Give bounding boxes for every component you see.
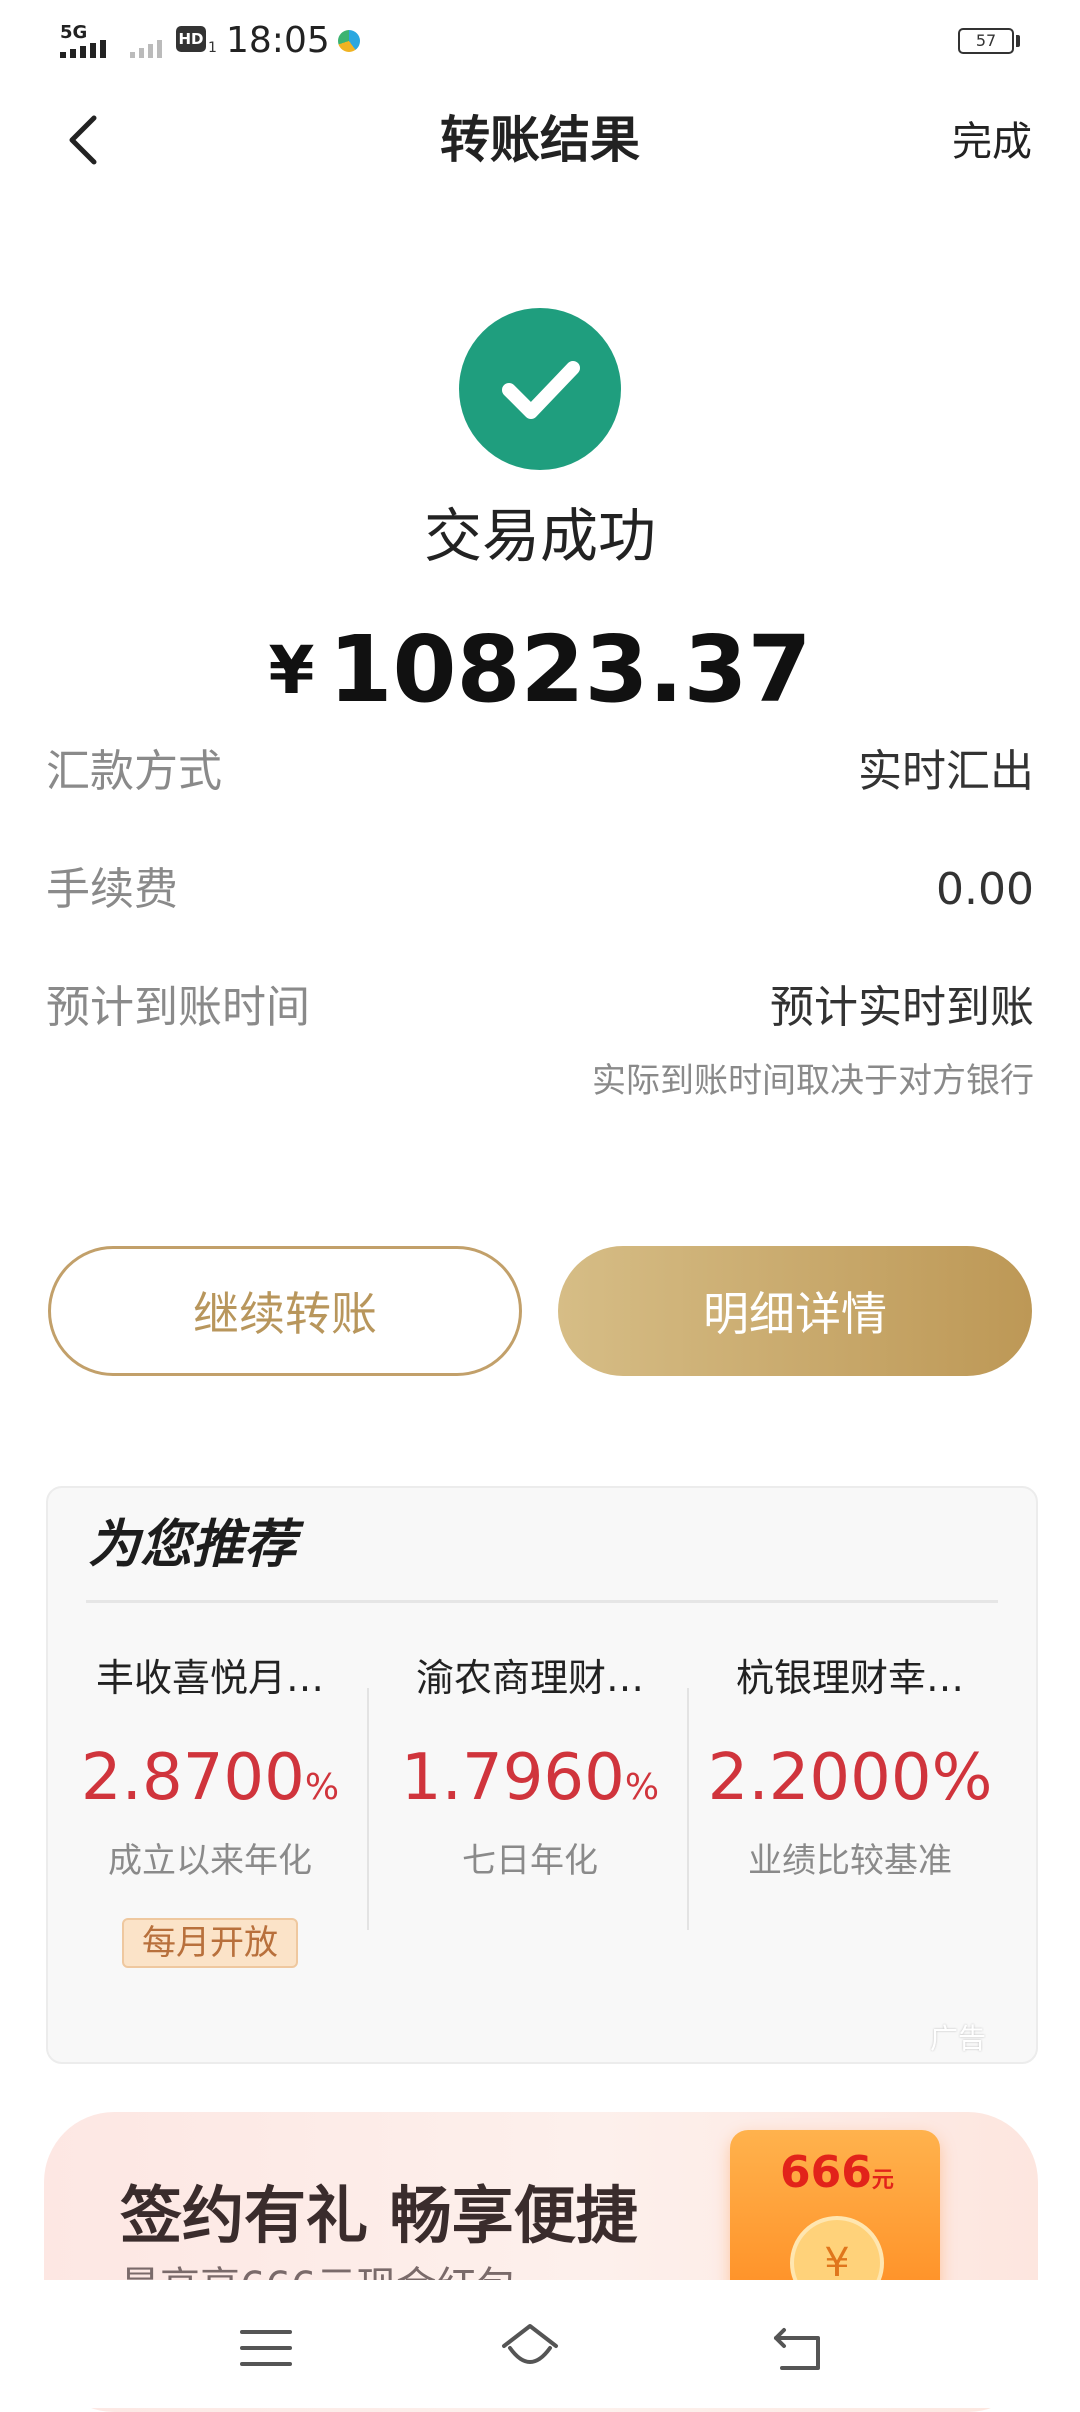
product-rate-desc: 成立以来年化 [108, 1841, 312, 1881]
product-rate-unit: % [304, 1767, 340, 1808]
recommend-title: 为您推荐 [88, 1515, 297, 1575]
product-card-2[interactable]: 渝农商理财… 1.7960% 七日年化 [380, 1650, 680, 1886]
arrival-time-note: 实际到账时间取决于对方银行 [592, 1061, 1034, 1101]
battery-cap [1016, 35, 1020, 47]
home-icon[interactable] [500, 2318, 560, 2378]
product-rate: 2.2000% [700, 1740, 1000, 1832]
product-rate-value: 1.7960 [400, 1741, 625, 1815]
arrival-time-label: 预计到账时间 [46, 982, 310, 1033]
status-clock: 18:05 [226, 20, 330, 61]
remit-method-value: 实时汇出 [858, 746, 1034, 797]
page-title: 转账结果 [440, 111, 640, 169]
product-card-3[interactable]: 杭银理财幸… 2.2000% 业绩比较基准 [700, 1650, 1000, 1886]
product-rate: 1.7960% [380, 1740, 680, 1832]
divider [86, 1600, 998, 1603]
amount-value: 10823.37 [328, 616, 812, 723]
product-rate-desc: 业绩比较基准 [748, 1841, 952, 1881]
envelope-amount-value: 666 [780, 2147, 872, 2198]
menu-icon[interactable] [236, 2318, 296, 2378]
column-divider [687, 1688, 689, 1930]
transfer-amount: ¥10823.37 [0, 610, 1080, 756]
product-name: 杭银理财幸… [735, 1656, 964, 1700]
fee-label: 手续费 [46, 864, 178, 915]
back-arrow-icon[interactable] [60, 110, 110, 170]
product-rate-value: 2.2000 [707, 1741, 932, 1815]
product-name: 丰收喜悦月… [95, 1656, 324, 1700]
product-card-1[interactable]: 丰收喜悦月… 2.8700% 成立以来年化 每月开放 [60, 1650, 360, 1968]
product-tag: 每月开放 [122, 1918, 298, 1968]
arrival-time-value: 预计实时到账 [770, 982, 1034, 1033]
hd-sim-label: 1 [208, 40, 217, 56]
success-check-icon [459, 308, 621, 470]
signal-strength-icon [60, 40, 106, 58]
continue-transfer-button[interactable]: 继续转账 [48, 1246, 522, 1376]
currency-symbol: ¥ [268, 632, 315, 709]
done-button[interactable]: 完成 [952, 114, 1032, 170]
column-divider [367, 1688, 369, 1930]
product-rate-unit: % [931, 1741, 993, 1815]
hd-icon: HD [176, 26, 206, 52]
envelope-amount: 666元 [780, 2146, 894, 2208]
promo-banner-title: 签约有礼 畅享便捷 [120, 2179, 638, 2252]
product-name: 渝农商理财… [415, 1656, 644, 1700]
product-rate-desc: 七日年化 [462, 1841, 598, 1881]
app-notification-icon [338, 30, 360, 52]
product-rate: 2.8700% [60, 1740, 360, 1832]
ad-label: 广告 [930, 2022, 987, 2055]
envelope-amount-unit: 元 [871, 2168, 894, 2193]
remit-method-label: 汇款方式 [46, 746, 222, 797]
transaction-status: 交易成功 [423, 502, 656, 570]
signal-strength-sim2-icon [130, 40, 162, 58]
transaction-detail-button[interactable]: 明细详情 [558, 1246, 1032, 1376]
back-nav-icon[interactable] [770, 2318, 830, 2378]
battery-level: 57 [975, 31, 997, 50]
product-rate-unit: % [624, 1767, 660, 1808]
fee-value: 0.00 [936, 864, 1034, 915]
product-rate-value: 2.8700 [80, 1741, 305, 1815]
